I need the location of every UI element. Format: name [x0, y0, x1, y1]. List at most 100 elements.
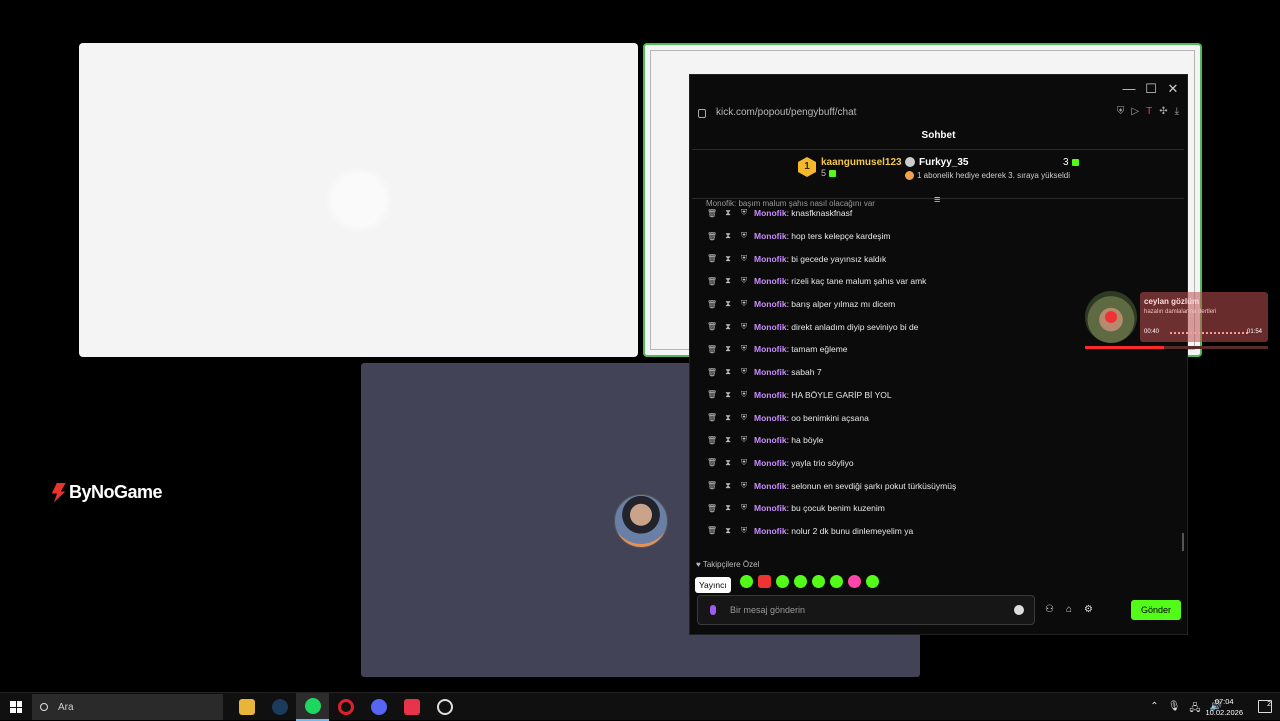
trash-icon[interactable]: 🗑 [706, 368, 718, 377]
chat-input[interactable] [730, 605, 1000, 615]
taskbar-search[interactable] [32, 694, 223, 720]
chat-message[interactable]: 🗑 ⧗ ⛨ Monofik: selonun en sevdiği şarkı pok… [706, 474, 1176, 497]
trash-icon[interactable]: 🗑 [706, 458, 718, 467]
settings-icon[interactable]: ⚙ [1084, 604, 1093, 615]
timeout-icon[interactable]: ⧗ [722, 208, 734, 218]
chat-message[interactable]: 🗑 ⧗ ⛨ Monofik: sabah 7 [706, 361, 1176, 384]
trash-icon[interactable]: 🗑 [706, 413, 718, 422]
file-explorer-icon[interactable] [230, 693, 263, 721]
second-name[interactable]: Furkyy_35 [919, 157, 968, 168]
timeout-icon[interactable]: ⧗ [722, 413, 734, 423]
trash-icon[interactable]: 🗑 [706, 436, 718, 445]
timeout-icon[interactable]: ⧗ [722, 344, 734, 354]
trash-icon[interactable]: 🗑 [706, 345, 718, 354]
emote-icon[interactable] [812, 575, 825, 588]
message-username[interactable]: Monofik [754, 231, 787, 241]
mic-icon[interactable] [710, 605, 716, 615]
address-bar[interactable]: kick.com/popout/pengybuff/chat ⛨ ▷ T ✣ ⤓ [690, 101, 1187, 123]
trash-icon[interactable]: 🗑 [706, 209, 718, 218]
trash-icon[interactable]: 🗑 [706, 232, 718, 241]
download-icon[interactable]: ⤓ [1175, 106, 1179, 117]
message-username[interactable]: Monofik [754, 344, 787, 354]
chat-message[interactable]: 🗑 ⧗ ⛨ Monofik: bi gecede yayınsız kaldık [706, 247, 1176, 270]
timeout-icon[interactable]: ⧗ [722, 367, 734, 377]
chat-message[interactable]: 🗑 ⧗ ⛨ Monofik: oo benimkini açsana [706, 406, 1176, 429]
message-username[interactable]: Monofik [754, 503, 787, 513]
participant-tile-white[interactable] [79, 43, 638, 357]
emote-icon[interactable] [848, 575, 861, 588]
emoji-icon[interactable] [1014, 605, 1024, 615]
timeout-icon[interactable]: ⧗ [722, 481, 734, 491]
gift-shop-icon[interactable]: ⌂ [1066, 604, 1072, 615]
message-username[interactable]: Monofik [754, 390, 787, 400]
chat-message[interactable]: 🗑 ⧗ ⛨ Monofik: rizeli kaç tane malum şahıs … [706, 270, 1176, 293]
mic-tray-icon[interactable]: 🎙 [1168, 701, 1181, 718]
emote-icon[interactable] [794, 575, 807, 588]
url-text[interactable]: kick.com/popout/pengybuff/chat [716, 107, 856, 118]
trash-icon[interactable]: 🗑 [706, 526, 718, 535]
timeout-icon[interactable]: ⧗ [722, 526, 734, 536]
play-icon[interactable]: ▷ [1131, 106, 1139, 117]
scrollbar[interactable] [1182, 533, 1184, 551]
close-icon[interactable]: ✕ [1163, 81, 1183, 97]
emote-icon[interactable] [740, 575, 753, 588]
windows-start-icon[interactable] [10, 701, 22, 713]
timeout-icon[interactable]: ⧗ [722, 231, 734, 241]
chat-message[interactable]: 🗑 ⧗ ⛨ Monofik: ha böyle [706, 429, 1176, 452]
message-username[interactable]: Monofik [754, 208, 787, 218]
search-input[interactable] [58, 701, 208, 713]
chevron-up-icon[interactable]: ⌃ [1150, 701, 1158, 718]
emote-icon[interactable] [758, 575, 771, 588]
trash-icon[interactable]: 🗑 [706, 504, 718, 513]
timeout-icon[interactable]: ⧗ [722, 390, 734, 400]
opera-icon[interactable] [329, 693, 362, 721]
message-username[interactable]: Monofik [754, 526, 787, 536]
timeout-icon[interactable]: ⧗ [722, 503, 734, 513]
spotify-icon[interactable] [296, 693, 329, 721]
chat-message[interactable]: 🗑 ⧗ ⛨ Monofik: bu çocuk benim kuzenim [706, 497, 1176, 520]
discord-icon[interactable] [362, 693, 395, 721]
trash-icon[interactable]: 🗑 [706, 254, 718, 263]
message-username[interactable]: Monofik [754, 481, 787, 491]
leader-name[interactable]: kaangumusel123 [821, 157, 902, 168]
play-icon[interactable] [1105, 311, 1117, 323]
minimize-icon[interactable]: — [1119, 81, 1139, 97]
trash-icon[interactable]: 🗑 [706, 481, 718, 490]
shield-icon[interactable]: ⛨ [1117, 106, 1125, 117]
send-button[interactable]: Gönder [1131, 600, 1181, 620]
network-icon[interactable]: 🖧 [1189, 701, 1200, 718]
message-username[interactable]: Monofik [754, 367, 787, 377]
chat-input-box[interactable] [697, 595, 1035, 625]
timeout-icon[interactable]: ⧗ [722, 276, 734, 286]
chat-message[interactable]: 🗑 ⧗ ⛨ Monofik: HA BÖYLE GARİP Bİ YOL [706, 384, 1176, 407]
puzzle-icon[interactable]: ✣ [1159, 106, 1167, 117]
trash-icon[interactable]: 🗑 [706, 322, 718, 331]
extension-red-icon[interactable]: T [1146, 106, 1152, 117]
maximize-icon[interactable]: ☐ [1141, 81, 1161, 97]
message-username[interactable]: Monofik [754, 276, 787, 286]
message-username[interactable]: Monofik [754, 322, 787, 332]
notification-icon[interactable]: 2 [1258, 700, 1272, 713]
message-username[interactable]: Monofik [754, 435, 787, 445]
message-username[interactable]: Monofik [754, 299, 787, 309]
emote-icon[interactable] [830, 575, 843, 588]
chat-message[interactable]: 🗑 ⧗ ⛨ Monofik: knasfknaskfnasf [706, 202, 1176, 225]
chat-message[interactable]: 🗑 ⧗ ⛨ Monofik: hop ters kelepçe kardeşim [706, 225, 1176, 248]
chat-message[interactable]: 🗑 ⧗ ⛨ Monofik: yayla trio söyliyo [706, 452, 1176, 475]
trash-icon[interactable]: 🗑 [706, 390, 718, 399]
message-username[interactable]: Monofik [754, 458, 787, 468]
timeout-icon[interactable]: ⧗ [722, 322, 734, 332]
clock[interactable]: 07:04 10.02.2026 [1205, 696, 1243, 718]
message-username[interactable]: Monofik [754, 254, 787, 264]
obs-icon[interactable] [428, 693, 461, 721]
timeout-icon[interactable]: ⧗ [722, 435, 734, 445]
steam-icon[interactable] [263, 693, 296, 721]
users-icon[interactable]: ⚇ [1045, 604, 1054, 615]
timeout-icon[interactable]: ⧗ [722, 254, 734, 264]
valorant-icon[interactable] [395, 693, 428, 721]
message-username[interactable]: Monofik [754, 413, 787, 423]
chat-message[interactable]: 🗑 ⧗ ⛨ Monofik: nolur 2 dk bunu dinlemeyelim… [706, 520, 1176, 543]
trash-icon[interactable]: 🗑 [706, 300, 718, 309]
timeout-icon[interactable]: ⧗ [722, 458, 734, 468]
emote-icon[interactable] [776, 575, 789, 588]
